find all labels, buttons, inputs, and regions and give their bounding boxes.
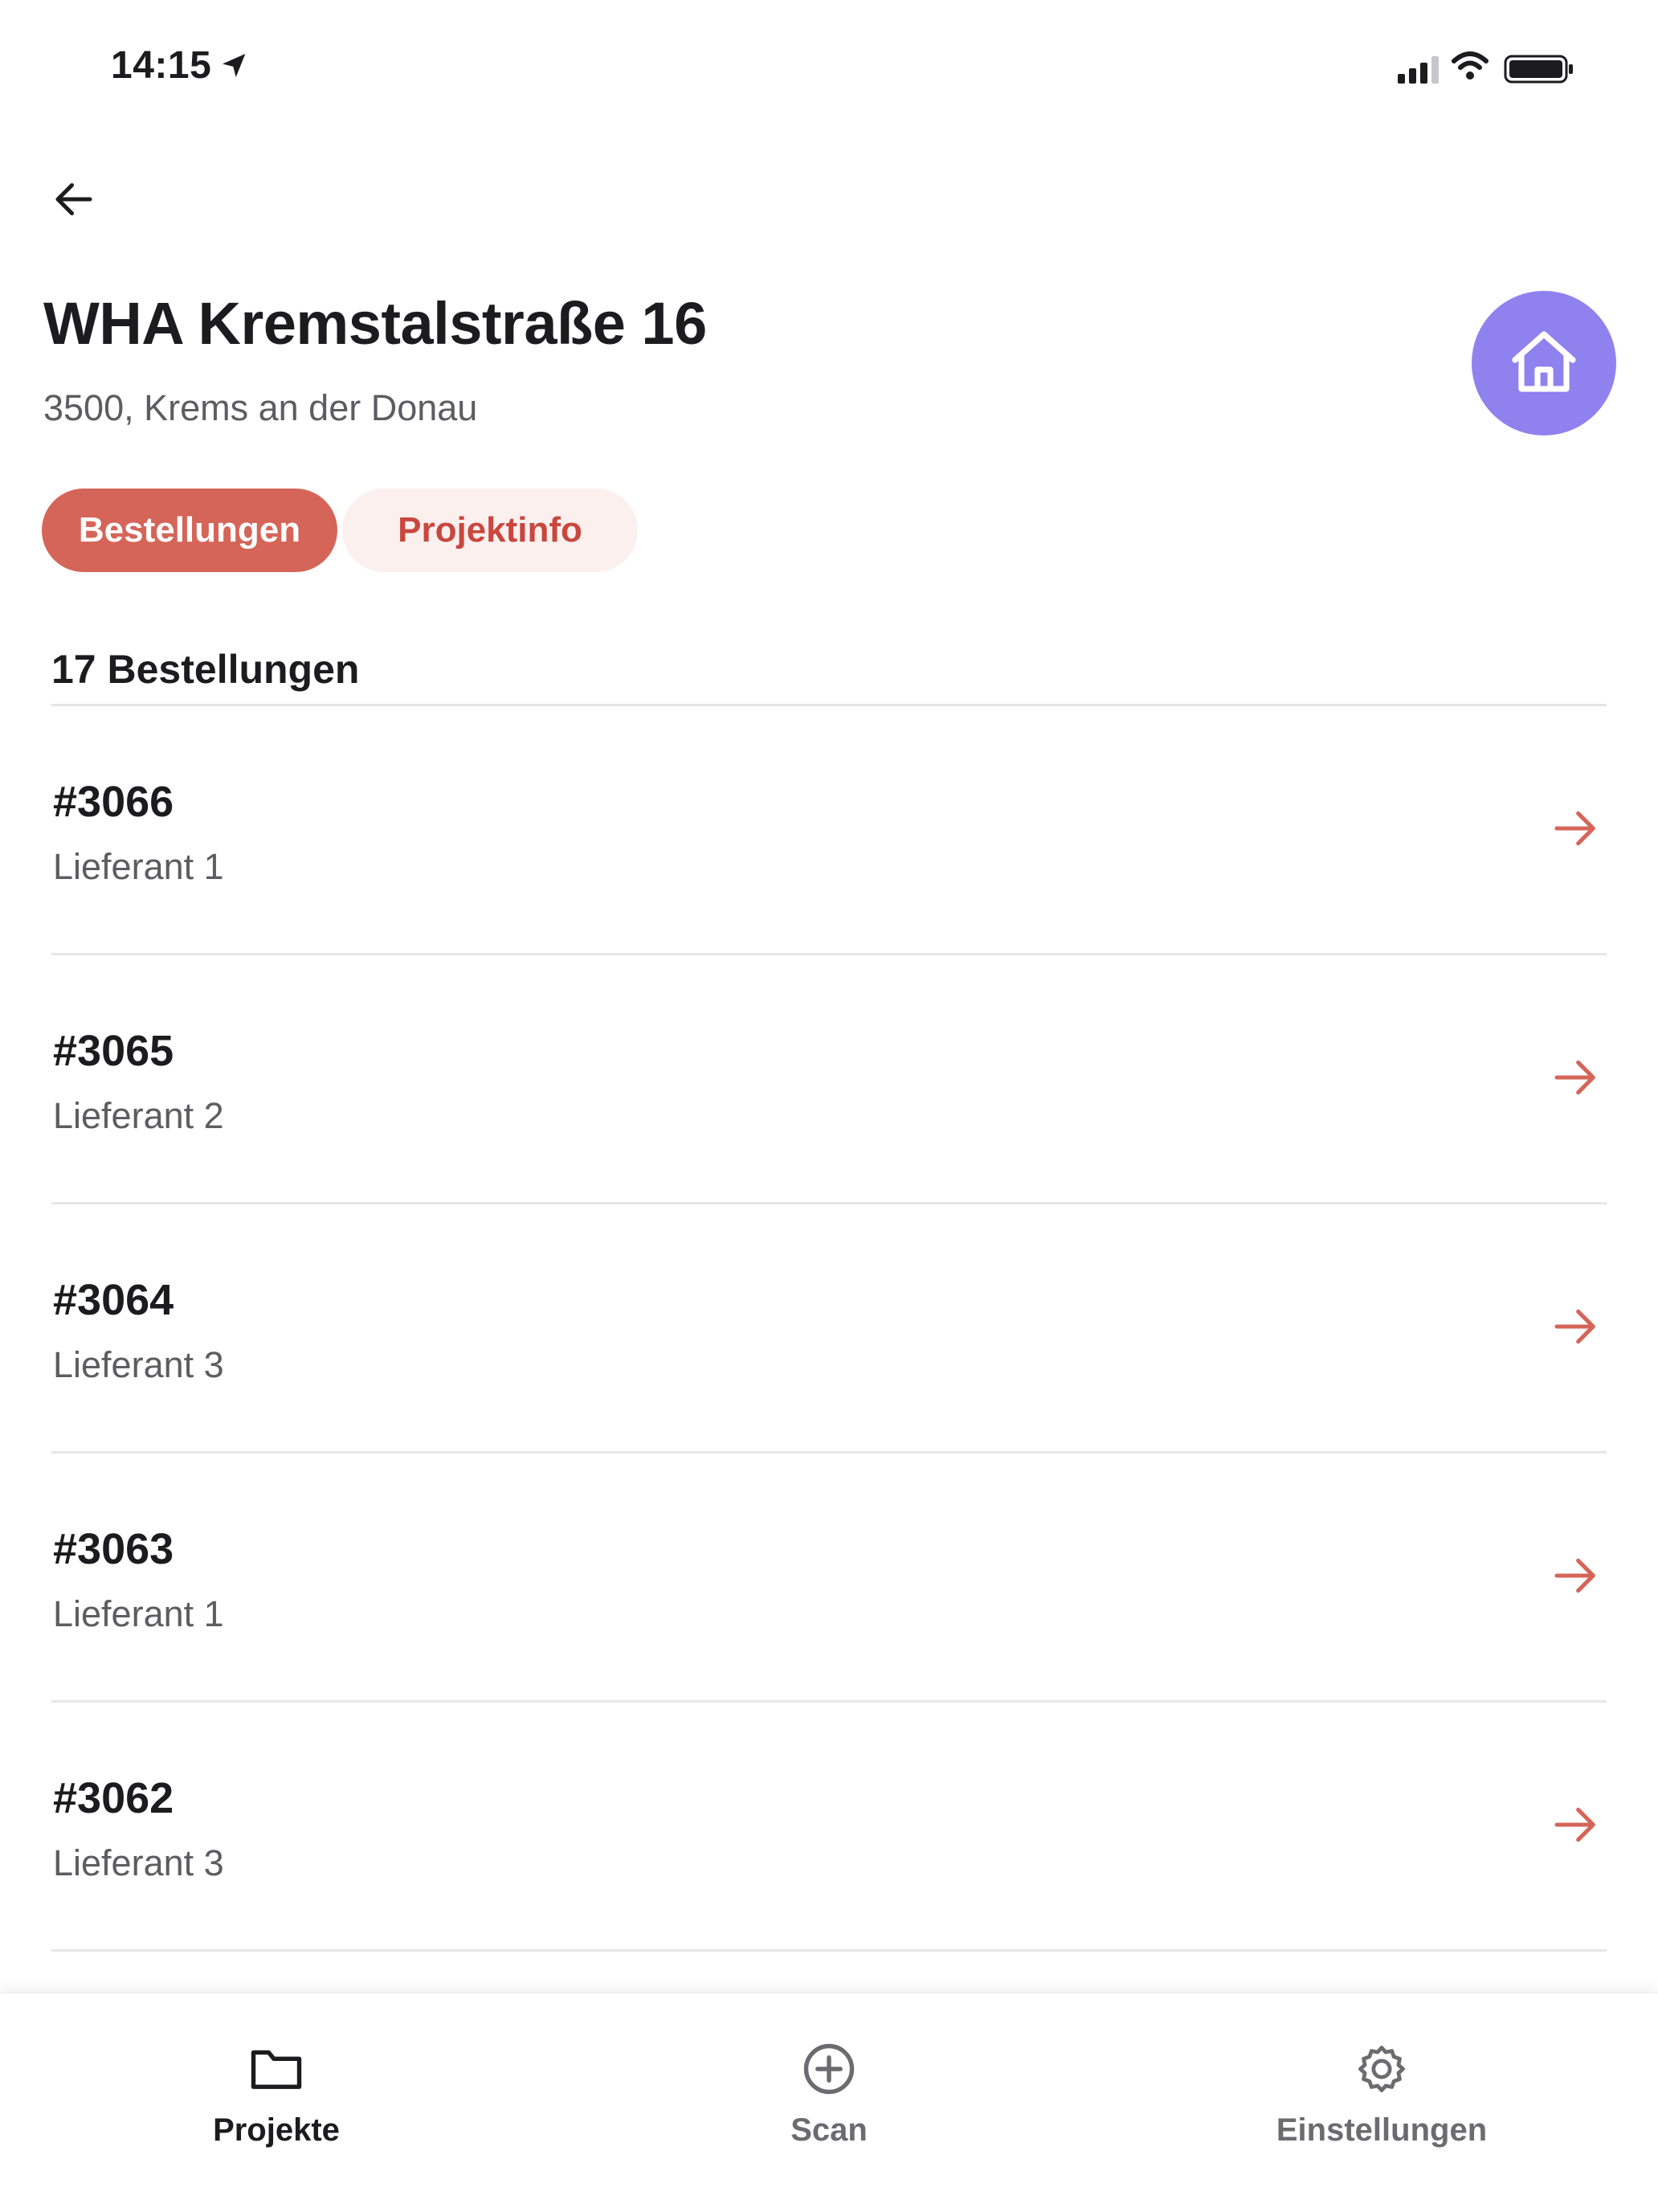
page-title: WHA Kremstalstraße 16 [43,290,707,357]
location-arrow-icon [223,54,246,78]
order-number: #3064 [53,1276,174,1324]
project-address: 3500, Krems an der Donau [43,387,478,428]
nav-label-projekte: Projekte [213,2112,340,2148]
order-row[interactable]: #3066 Lieferant 1 [51,706,1607,955]
order-row[interactable]: #3064 Lieferant 3 [51,1204,1607,1454]
orders-count: 17 Bestellungen [51,647,360,692]
arrow-right-icon [1554,1060,1595,1095]
nav-item-scan[interactable]: Scan [553,1993,1105,2212]
plus-circle-icon [803,2043,855,2095]
order-supplier: Lieferant 1 [53,846,224,887]
arrow-left-icon [55,183,92,215]
arrow-right-icon [1554,811,1595,846]
order-row[interactable]: #3063 Lieferant 1 [51,1454,1607,1703]
order-supplier: Lieferant 2 [53,1095,224,1136]
segment-tabs: Bestellungen Projektinfo [42,489,638,572]
gear-icon [1358,2046,1405,2092]
status-bar: 14:15 [0,0,1658,121]
home-icon [1512,331,1576,392]
nav-item-einstellungen[interactable]: Einstellungen [1105,1993,1658,2212]
arrow-right-icon [1554,1309,1595,1344]
status-time: 14:15 [111,44,212,87]
order-row[interactable]: #3065 Lieferant 2 [51,955,1607,1204]
wifi-icon [1452,51,1489,80]
tab-projektinfo[interactable]: Projektinfo [342,489,638,572]
arrow-right-icon [1554,1807,1595,1842]
folder-icon [251,2050,302,2089]
order-row[interactable]: #3062 Lieferant 3 [51,1703,1607,1952]
cellular-signal-icon [1398,56,1439,84]
order-number: #3065 [53,1027,174,1075]
nav-label-einstellungen: Einstellungen [1276,2112,1488,2148]
order-number: #3062 [53,1774,174,1822]
tab-bestellungen[interactable]: Bestellungen [42,489,337,572]
order-list: #3066 Lieferant 1 #3065 Lieferant 2 #306… [51,706,1607,1952]
order-supplier: Lieferant 1 [53,1593,224,1634]
back-button[interactable] [43,169,104,230]
order-supplier: Lieferant 3 [53,1344,224,1385]
battery-icon [1504,55,1573,84]
order-supplier: Lieferant 3 [53,1842,224,1883]
order-number: #3063 [53,1525,174,1573]
nav-label-scan: Scan [790,2112,868,2148]
project-avatar[interactable] [1472,291,1616,435]
arrow-right-icon [1554,1558,1595,1593]
nav-item-projekte[interactable]: Projekte [0,1993,553,2212]
bottom-tab-bar: Projekte Scan Einstellungen [0,1993,1658,2212]
order-number: #3066 [53,778,174,826]
